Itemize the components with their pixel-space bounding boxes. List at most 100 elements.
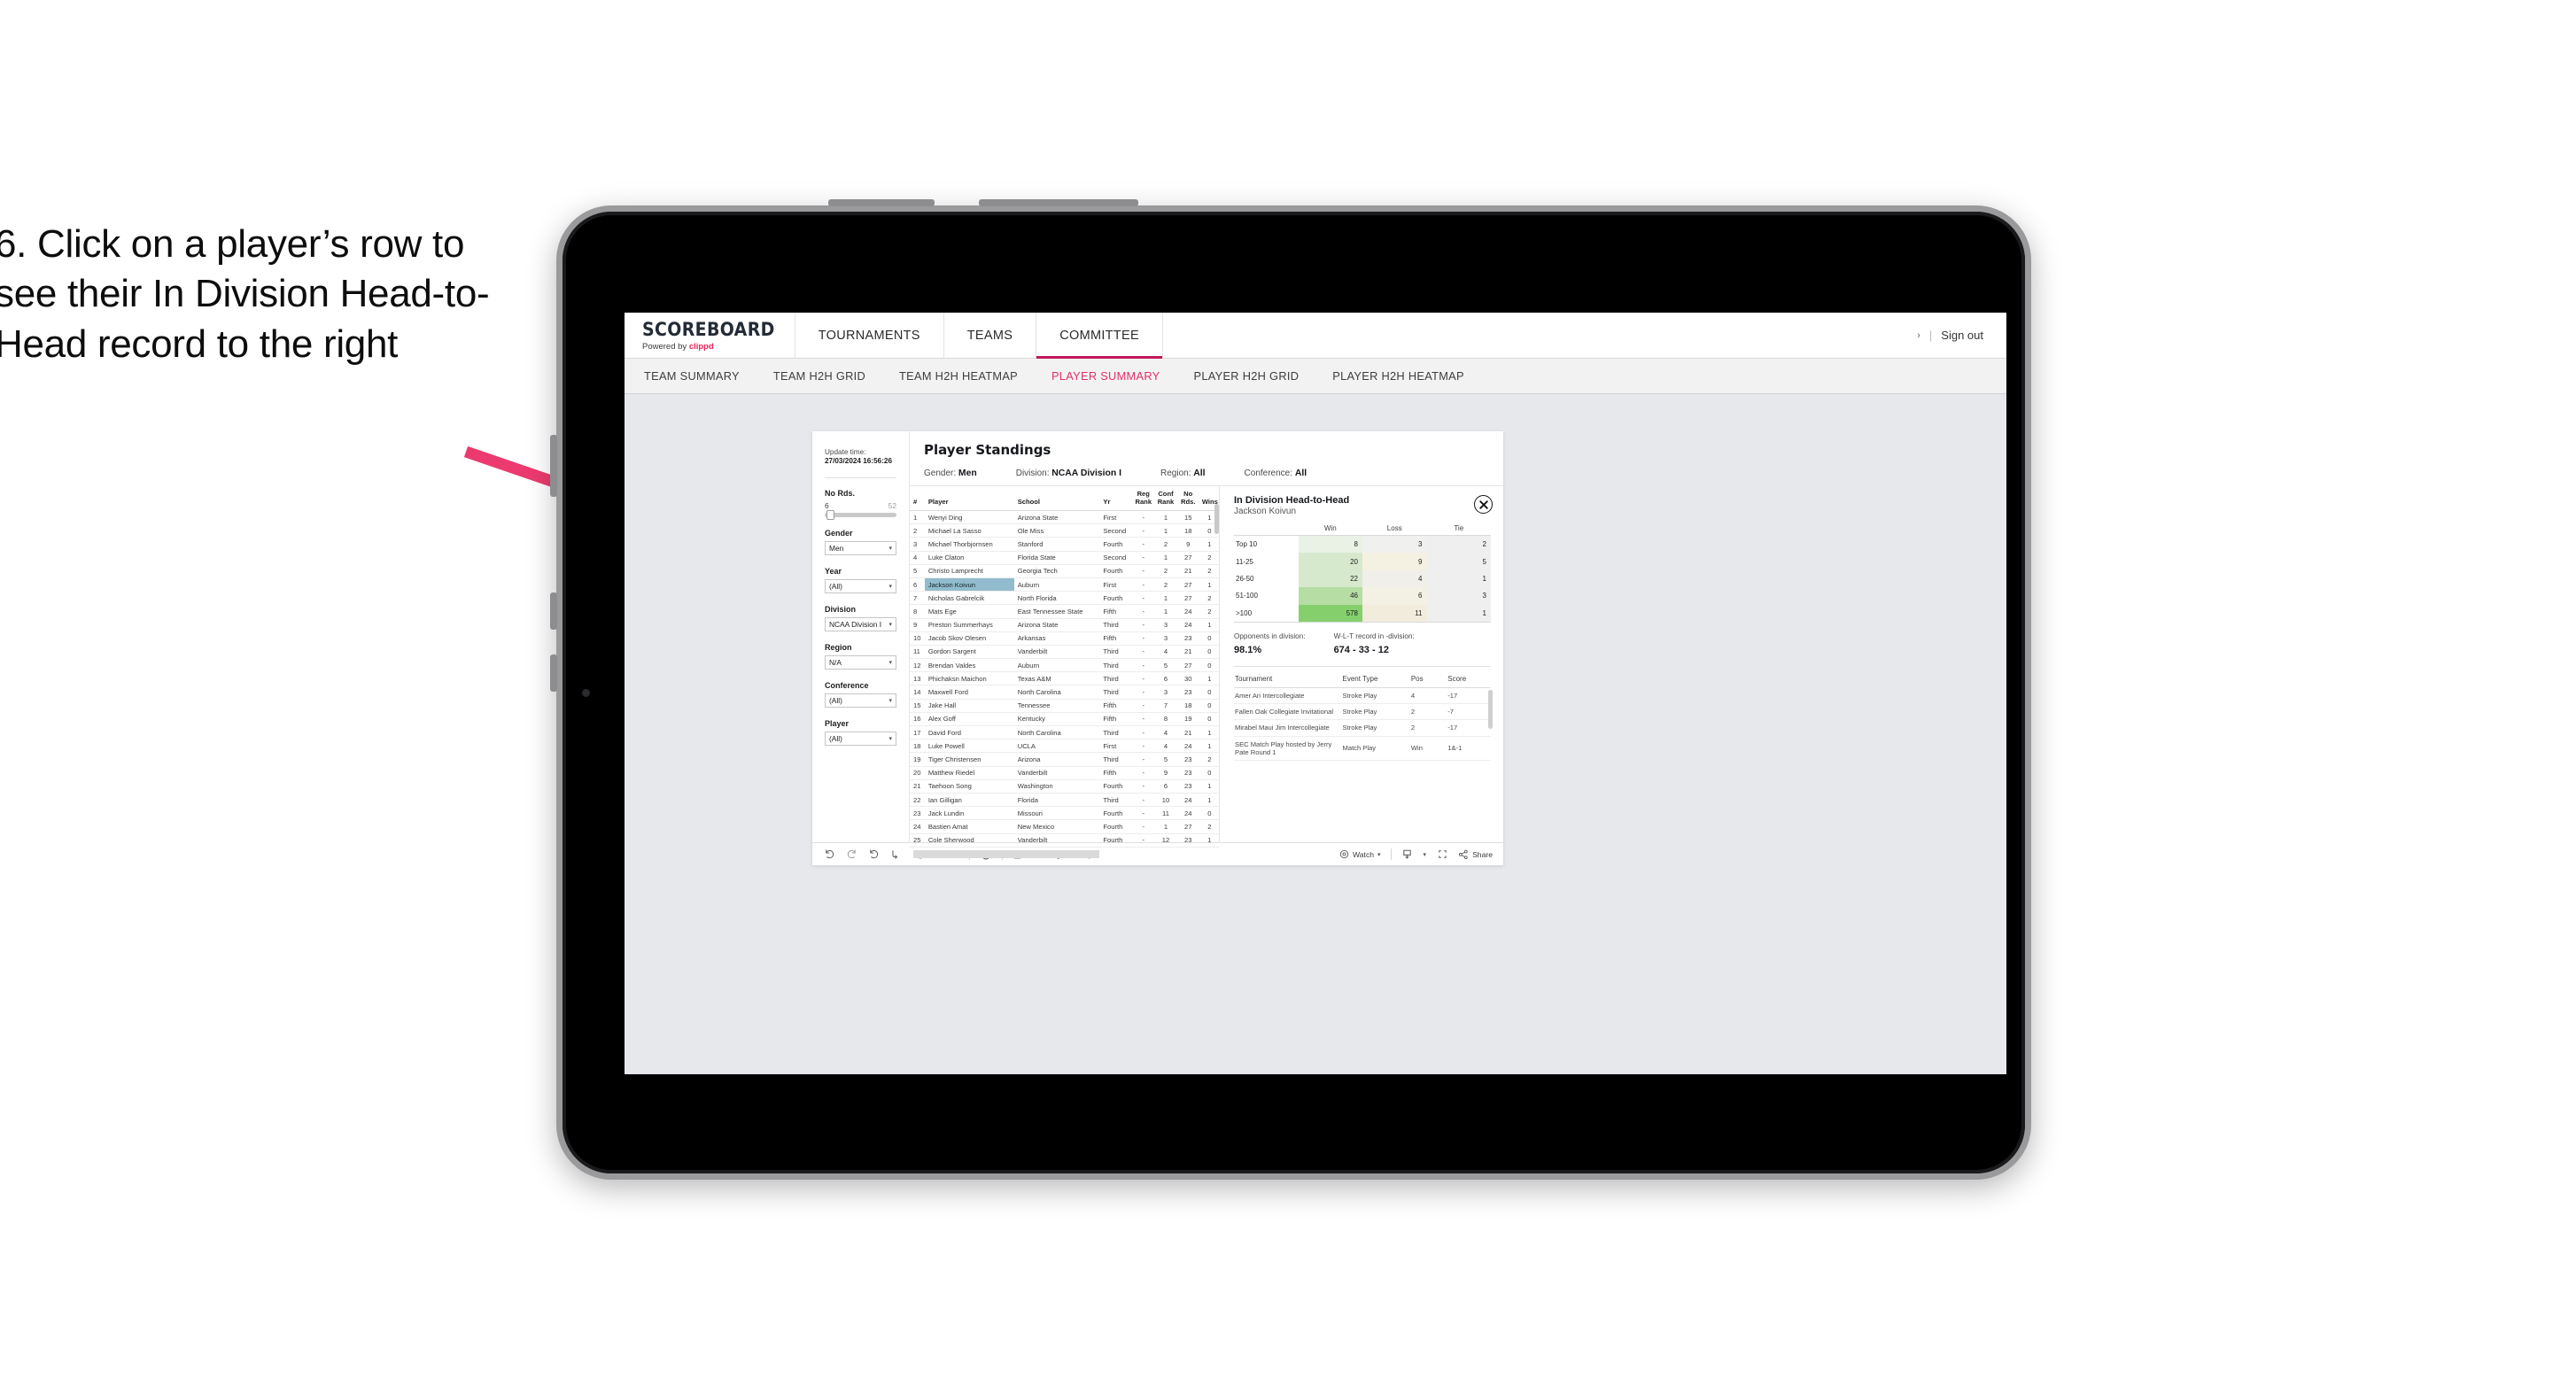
heatmap-row: >100 578 11 1 [1234, 604, 1491, 623]
no-rounds-slider[interactable] [825, 510, 896, 521]
sign-out-link[interactable]: Sign out [1941, 329, 1983, 342]
conference-select[interactable]: (All) ▾ [825, 693, 896, 708]
tab-team-summary[interactable]: TEAM SUMMARY [644, 369, 740, 383]
cell-reg-rank: - [1131, 671, 1154, 686]
col-conf-rank[interactable]: Conf Rank [1153, 486, 1176, 511]
table-row[interactable]: 13 Phichaksn Maichon Texas A&M Third -6 30 1 [910, 671, 1219, 686]
col-year[interactable]: Yr [1099, 486, 1132, 511]
heatmap-cell-loss[interactable]: 6 [1362, 587, 1427, 605]
table-row[interactable]: 3 Michael Thorbjornsen Stanford Fourth -2 9 1 [910, 537, 1219, 552]
tournament-name: Fallen Oak Collegiate Invitational [1234, 703, 1342, 721]
split-pane: # Player School Yr Reg Rank Conf Rank No Rd… [910, 485, 1503, 858]
topnav-item-teams[interactable]: TEAMS [944, 313, 1037, 358]
cell-no-rounds: 9 [1175, 537, 1199, 552]
table-row[interactable]: 23 Jack Lundin Missouri Fourth -11 24 0 [910, 806, 1219, 821]
table-row[interactable]: 1 Wenyi Ding Arizona State First -1 15 1 [910, 510, 1219, 525]
division-select[interactable]: NCAA Division I ▾ [825, 617, 896, 632]
table-row[interactable]: 24 Bastien Amat New Mexico Fourth -1 27 2 [910, 819, 1219, 834]
table-row[interactable]: 8 Mats Ege East Tennessee State Fifth -1 24 2 [910, 604, 1219, 619]
fullscreen-icon[interactable] [1436, 848, 1448, 861]
table-row[interactable]: 18 Luke Powell UCLA First -4 24 1 [910, 739, 1219, 754]
tab-team-h2h-grid[interactable]: TEAM H2H GRID [773, 369, 865, 383]
kpi-opponents-label: Opponents in division: [1234, 631, 1306, 640]
heatmap-cell-tie[interactable]: 5 [1426, 553, 1491, 570]
tournament-position: 2 [1409, 719, 1447, 737]
heatmap-cell-tie[interactable]: 1 [1426, 604, 1491, 623]
standings-horizontal-scrollbar[interactable] [913, 849, 1099, 858]
topnav-item-tournaments[interactable]: TOURNAMENTS [795, 313, 944, 358]
instruction-text: 6. Click on a player’s row to see their … [0, 222, 490, 366]
table-row[interactable]: 22 Ian Gilligan Florida Third -10 24 1 [910, 793, 1219, 808]
table-row[interactable]: 4 Luke Claton Florida State Second -1 27 2 [910, 551, 1219, 565]
table-row[interactable]: 15 Jake Hall Tennessee Fifth -7 18 0 [910, 699, 1219, 713]
standings-vertical-scrollbar[interactable] [1214, 504, 1219, 534]
cell-school: Georgia Tech [1013, 564, 1100, 578]
region-select[interactable]: N/A ▾ [825, 655, 896, 670]
no-rounds-slider-thumb[interactable] [826, 510, 834, 521]
table-row[interactable]: 25 Cole Sherwood Vanderbilt Fourth -12 23 1 [910, 833, 1219, 848]
player-select[interactable]: (All) ▾ [825, 732, 896, 747]
heatmap-cell-loss[interactable]: 11 [1362, 604, 1427, 623]
col-no-rounds[interactable]: No Rds. [1175, 486, 1199, 511]
brand-logo[interactable]: SCOREBOARD Powered by clippd [625, 313, 795, 358]
col-school[interactable]: School [1013, 486, 1100, 511]
col-reg-line2: Rank [1135, 497, 1152, 506]
tournament-scrollbar[interactable] [1488, 689, 1493, 729]
cell-player: Jake Hall [924, 699, 1014, 713]
col-player[interactable]: Player [924, 486, 1014, 511]
watch-button[interactable]: Watch ▾ [1339, 849, 1381, 859]
table-row[interactable]: 12 Brendan Valdes Auburn Third -5 27 0 [910, 658, 1219, 673]
gender-select[interactable]: Men ▾ [825, 541, 896, 556]
table-row[interactable]: 17 David Ford North Carolina Third -4 21 1 [910, 725, 1219, 740]
heatmap-cell-loss[interactable]: 9 [1362, 553, 1427, 570]
redo-icon[interactable] [845, 848, 857, 861]
cell-reg-rank: - [1131, 591, 1154, 606]
table-row[interactable]: 9 Preston Summerhays Arizona State Third -3 2… [910, 618, 1219, 632]
table-row[interactable]: 19 Tiger Christensen Arizona Third -5 23 2 [910, 752, 1219, 767]
topnav-item-committee[interactable]: COMMITTEE [1036, 313, 1163, 359]
tab-team-h2h-heatmap[interactable]: TEAM H2H HEATMAP [899, 369, 1018, 383]
cell-wins: 1 [1198, 793, 1219, 808]
heatmap-cell-win[interactable]: 22 [1298, 569, 1362, 588]
col-rank[interactable]: # [910, 486, 925, 511]
table-row[interactable]: 21 Taehoon Song Washington Fourth -6 23 1 [910, 779, 1219, 794]
tournament-row[interactable]: Mirabel Maui Jim Intercollegiate Stroke P… [1234, 719, 1491, 737]
table-row[interactable]: 2 Michael La Sasso Ole Miss Second -1 18 0 [910, 523, 1219, 538]
close-icon[interactable] [1474, 495, 1493, 514]
heatmap-cell-tie[interactable]: 1 [1426, 569, 1491, 588]
heatmap-cell-loss[interactable]: 3 [1362, 535, 1427, 554]
table-row[interactable]: 14 Maxwell Ford North Carolina Third -3 23 0 [910, 685, 1219, 700]
table-row[interactable]: 6 Jackson Koivun Auburn First -2 27 1 [910, 577, 1219, 592]
table-row[interactable]: 7 Nicholas Gabrelcik North Florida Fourth -1… [910, 591, 1219, 606]
heatmap-cell-loss[interactable]: 4 [1362, 569, 1427, 588]
tab-player-h2h-grid[interactable]: PLAYER H2H GRID [1194, 369, 1300, 383]
share-button[interactable]: Share [1458, 849, 1493, 860]
heatmap-cell-win[interactable]: 578 [1298, 604, 1362, 623]
undo-icon[interactable] [823, 848, 835, 861]
cell-conf-rank: 8 [1153, 712, 1176, 727]
heatmap-cell-win[interactable]: 46 [1298, 587, 1362, 605]
table-row[interactable]: 20 Matthew Riedel Vanderbilt Fifth -9 23 0 [910, 766, 1219, 780]
heatmap-cell-win[interactable]: 8 [1298, 535, 1362, 554]
tab-player-h2h-heatmap[interactable]: PLAYER H2H HEATMAP [1332, 369, 1464, 383]
heatmap-cell-win[interactable]: 20 [1298, 553, 1362, 570]
table-row[interactable]: 16 Alex Goff Kentucky Fifth -8 19 0 [910, 712, 1219, 727]
refresh-icon[interactable] [889, 848, 902, 861]
tournament-row[interactable]: SEC Match Play hosted by Jerry Pate Roun… [1234, 736, 1491, 762]
revert-icon[interactable] [867, 848, 880, 861]
table-row[interactable]: 5 Christo Lamprecht Georgia Tech Fourth -2 21… [910, 564, 1219, 578]
table-row[interactable]: 11 Gordon Sargent Vanderbilt Third -4 21 0 [910, 645, 1219, 660]
cell-rank: 10 [910, 631, 925, 646]
tournament-row[interactable]: Fallen Oak Collegiate Invitational Stroke… [1234, 703, 1491, 721]
cell-player: Mats Ege [924, 604, 1014, 619]
col-reg-rank[interactable]: Reg Rank [1131, 486, 1154, 511]
download-caret-icon[interactable]: ▾ [1424, 851, 1427, 858]
tab-player-summary[interactable]: PLAYER SUMMARY [1051, 369, 1160, 383]
table-row[interactable]: 10 Jacob Skov Olesen Arkansas Fifth -3 23 0 [910, 631, 1219, 646]
account-chevron-icon[interactable]: › [1917, 330, 1920, 341]
download-icon[interactable] [1401, 848, 1414, 861]
year-select[interactable]: (All) ▾ [825, 579, 896, 594]
heatmap-cell-tie[interactable]: 2 [1426, 535, 1491, 554]
heatmap-cell-tie[interactable]: 3 [1426, 587, 1491, 605]
tournament-row[interactable]: Amer Ari Intercollegiate Stroke Play 4 -17 [1234, 687, 1491, 705]
